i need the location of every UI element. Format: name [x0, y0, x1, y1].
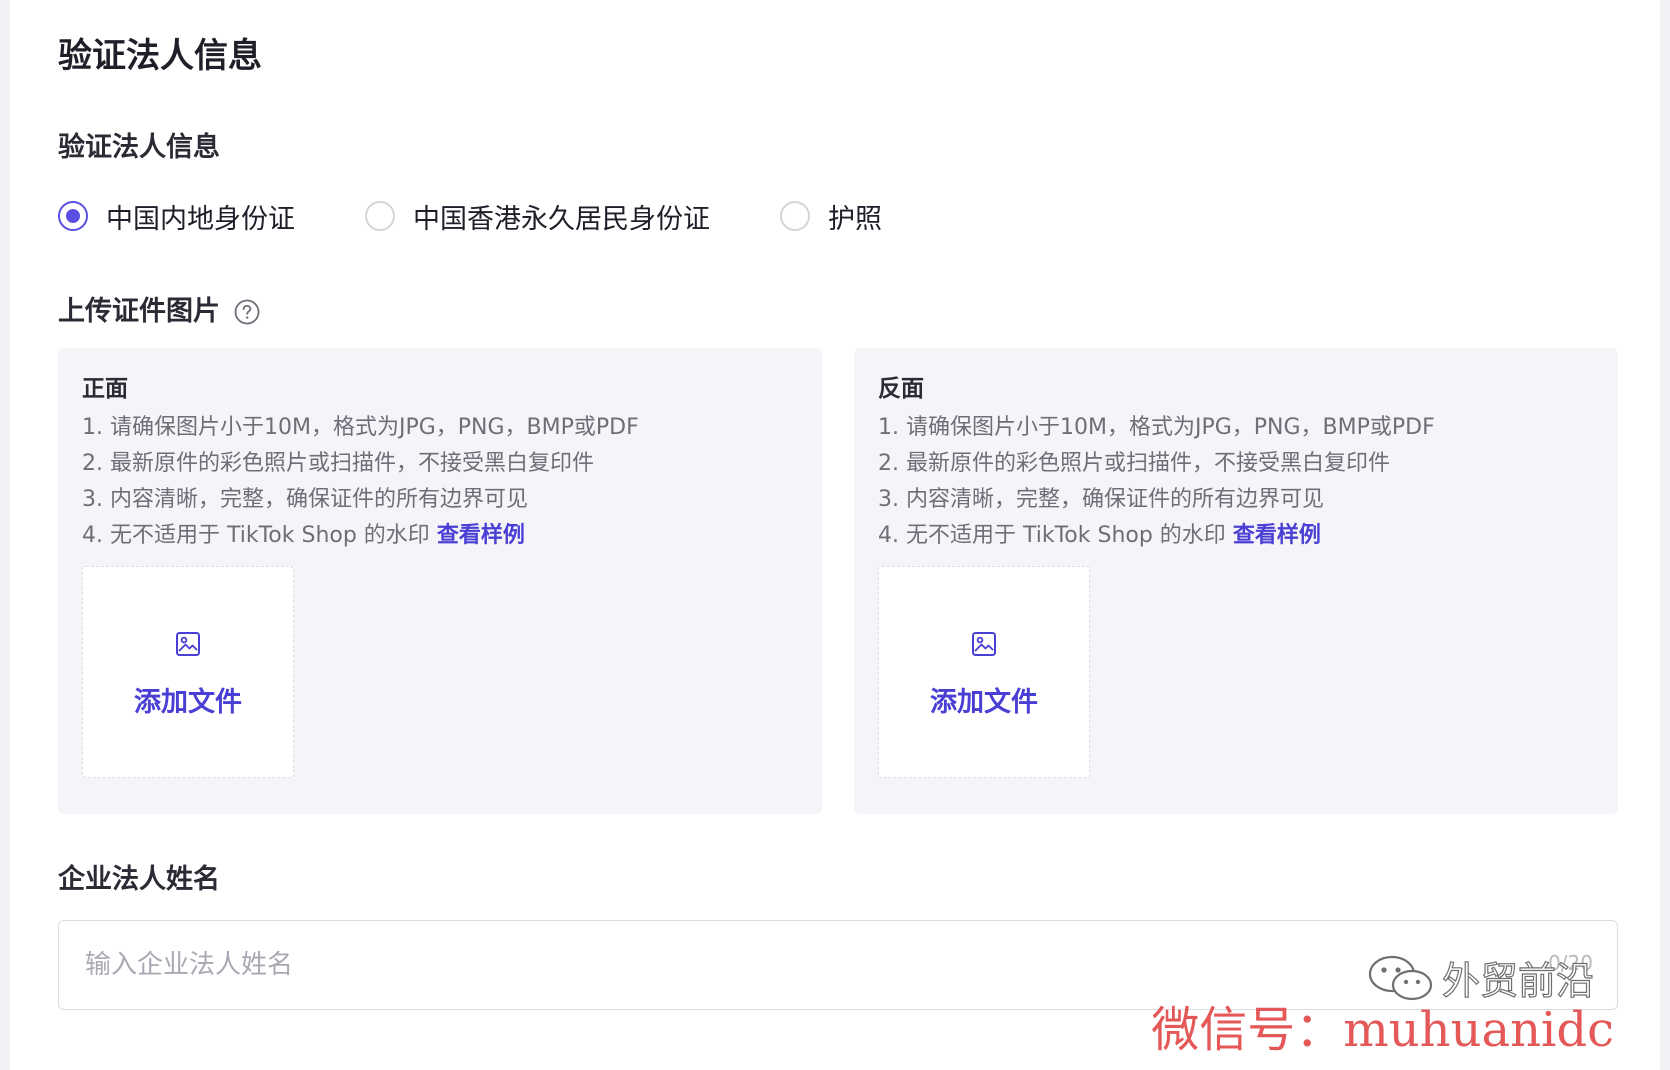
char-count: 0/20	[1548, 951, 1593, 975]
front-rule-4: 4. 无不适用于 TikTok Shop 的水印	[82, 523, 437, 548]
front-rule-1: 1. 请确保图片小于10M，格式为JPG，PNG，BMP或PDF	[82, 415, 639, 440]
back-rule-1: 1. 请确保图片小于10M，格式为JPG，PNG，BMP或PDF	[878, 415, 1435, 440]
front-upload-card: 正面 1. 请确保图片小于10M，格式为JPG，PNG，BMP或PDF 2. 最…	[58, 348, 822, 814]
radio-passport[interactable]: 护照	[780, 197, 882, 236]
image-icon	[972, 631, 996, 656]
upload-label-row: 上传证件图片	[58, 294, 1612, 330]
front-add-file-button[interactable]: 添加文件	[82, 566, 294, 778]
legal-name-field: 0/20	[58, 920, 1618, 1010]
id-upload-cards: 正面 1. 请确保图片小于10M，格式为JPG，PNG，BMP或PDF 2. 最…	[58, 348, 1618, 814]
upload-label: 上传证件图片	[58, 296, 220, 327]
image-icon	[176, 631, 200, 656]
verify-legal-person-page: 验证法人信息 验证法人信息 中国内地身份证 中国香港永久居民身份证 护照 上传证…	[10, 0, 1660, 1070]
radio-checked-icon[interactable]	[58, 201, 88, 231]
question-circle-icon[interactable]	[234, 299, 260, 325]
radio-hk-permanent-id-label: 中国香港永久居民身份证	[413, 203, 710, 235]
back-rule-4: 4. 无不适用于 TikTok Shop 的水印	[878, 523, 1233, 548]
front-add-file-label: 添加文件	[134, 686, 242, 718]
back-upload-card: 反面 1. 请确保图片小于10M，格式为JPG，PNG，BMP或PDF 2. 最…	[854, 348, 1618, 814]
radio-hk-permanent-id[interactable]: 中国香港永久居民身份证	[365, 197, 710, 236]
front-card-title: 正面	[82, 376, 128, 402]
page-title: 验证法人信息	[58, 36, 262, 76]
id-type-radio-group: 中国内地身份证 中国香港永久居民身份证 护照	[58, 196, 1612, 236]
radio-passport-label: 护照	[828, 203, 882, 235]
radio-mainland-id[interactable]: 中国内地身份证	[58, 197, 295, 236]
legal-name-input[interactable]	[59, 921, 1617, 1009]
front-rule-3: 3. 内容清晰，完整，确保证件的所有边界可见	[82, 487, 528, 512]
id-type-label: 验证法人信息	[58, 132, 220, 163]
back-rule-3: 3. 内容清晰，完整，确保证件的所有边界可见	[878, 487, 1324, 512]
back-add-file-label: 添加文件	[930, 686, 1038, 718]
radio-mainland-id-label: 中国内地身份证	[106, 203, 295, 235]
legal-name-label: 企业法人姓名	[58, 864, 220, 895]
radio-unchecked-icon[interactable]	[365, 201, 395, 231]
radio-unchecked-icon[interactable]	[780, 201, 810, 231]
front-rule-4-row: 4. 无不适用于 TikTok Shop 的水印 查看样例	[82, 518, 798, 554]
back-add-file-button[interactable]: 添加文件	[878, 566, 1090, 778]
front-rule-2: 2. 最新原件的彩色照片或扫描件，不接受黑白复印件	[82, 451, 594, 476]
back-view-sample-link[interactable]: 查看样例	[1233, 523, 1321, 548]
back-rule-2: 2. 最新原件的彩色照片或扫描件，不接受黑白复印件	[878, 451, 1390, 476]
front-view-sample-link[interactable]: 查看样例	[437, 523, 525, 548]
back-card-title: 反面	[878, 376, 924, 402]
back-rule-4-row: 4. 无不适用于 TikTok Shop 的水印 查看样例	[878, 518, 1594, 554]
